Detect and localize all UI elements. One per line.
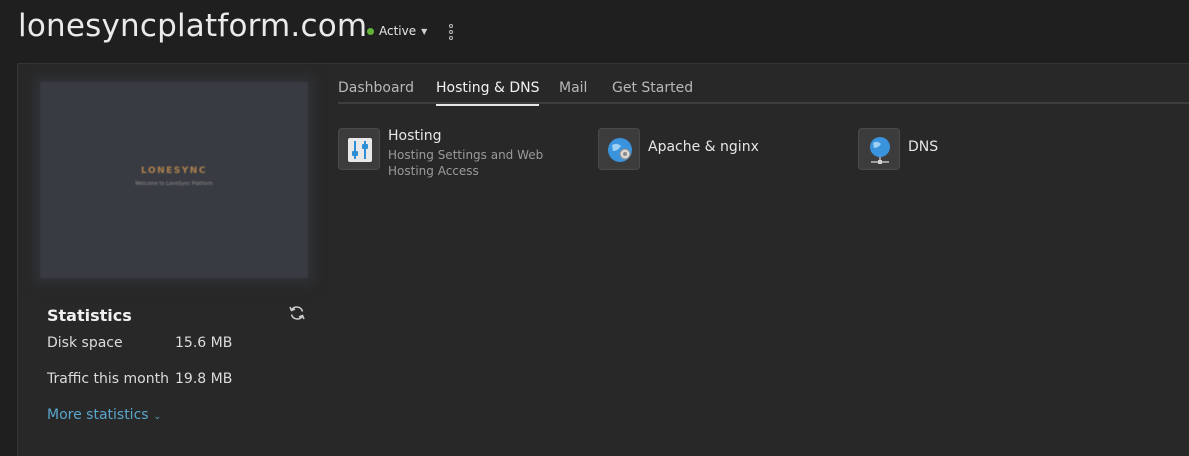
chevron-down-icon: ⌄: [153, 412, 162, 422]
stat-row-disk-space: Disk space 15.6 MB: [47, 335, 232, 351]
chevron-down-icon: ▼: [421, 26, 428, 36]
more-statistics-label: More statistics: [47, 407, 149, 423]
more-options-icon[interactable]: [444, 22, 458, 42]
tab-get-started[interactable]: Get Started: [612, 80, 693, 104]
preview-tagline: Welcome to LoneSync Platform: [135, 181, 213, 187]
stat-label: Traffic this month: [47, 371, 169, 387]
refresh-icon[interactable]: [288, 304, 306, 322]
tile-dns[interactable]: DNS: [858, 128, 938, 170]
globe-gear-icon: [598, 128, 640, 170]
stat-label: Disk space: [47, 335, 123, 351]
status-dropdown[interactable]: Active ▼: [367, 24, 427, 38]
domain-card: LONESYNC Welcome to LoneSync Platform St…: [17, 63, 1189, 456]
tile-apache-nginx[interactable]: Apache & nginx: [598, 128, 759, 170]
tab-mail[interactable]: Mail: [559, 80, 587, 104]
sliders-icon: [338, 128, 380, 170]
more-statistics-link[interactable]: More statistics ⌄: [47, 407, 161, 423]
domain-title: lonesyncplatform.com: [18, 8, 368, 44]
tab-hosting-dns[interactable]: Hosting & DNS: [436, 80, 540, 106]
status-indicator-dot: [367, 27, 374, 35]
stat-value: 19.8 MB: [175, 371, 233, 387]
statistics-title: Statistics: [47, 306, 132, 325]
tile-description: Hosting Settings and Web Hosting Access: [388, 148, 544, 178]
status-label: Active: [379, 24, 417, 38]
tile-name: Hosting: [388, 128, 442, 144]
tab-bar: Dashboard Hosting & DNS Mail Get Started: [338, 80, 1189, 106]
preview-logo: LONESYNC: [141, 166, 207, 176]
globe-network-icon: [858, 128, 900, 170]
domain-header: lonesyncplatform.com Active ▼: [0, 0, 1189, 62]
tile-name: DNS: [908, 139, 939, 155]
site-preview-thumbnail[interactable]: LONESYNC Welcome to LoneSync Platform: [40, 82, 308, 278]
stat-row-traffic: Traffic this month 19.8 MB: [47, 371, 232, 387]
tile-name: Apache & nginx: [648, 139, 759, 155]
tab-dashboard[interactable]: Dashboard: [338, 80, 414, 104]
tile-hosting[interactable]: Hosting Hosting Settings and Web Hosting…: [338, 128, 588, 179]
stat-value: 15.6 MB: [175, 335, 233, 351]
